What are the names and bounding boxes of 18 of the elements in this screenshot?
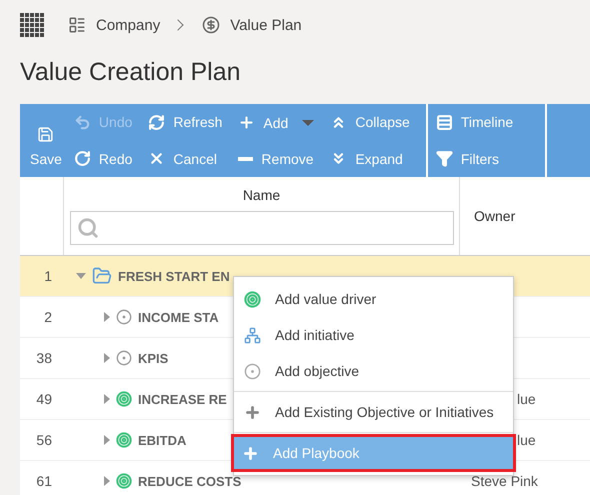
column-header: Owner (474, 208, 516, 224)
owner-cell-text: Steve Pink (470, 473, 538, 489)
row-number: 49 (35, 391, 53, 407)
row-number: 1 (43, 268, 53, 284)
item-name: INCREASE RE (138, 392, 227, 406)
row-number: 56 (35, 432, 53, 448)
row-number: 61 (35, 473, 53, 489)
page-title: Value Creation Plan (19, 57, 242, 88)
column-header: Name (242, 187, 280, 203)
owner-cell-text: lue (516, 432, 537, 448)
item-name: FRESH START EN (118, 268, 230, 284)
item-name: INCOME STA (138, 310, 219, 324)
row-number: 2 (43, 309, 53, 325)
owner-cell-text: lue (516, 391, 537, 407)
item-name: EBITDA (138, 432, 186, 448)
item-name: KPIS (138, 350, 168, 366)
item-name: REDUCE COSTS (138, 474, 242, 488)
row-number: 38 (35, 350, 53, 366)
